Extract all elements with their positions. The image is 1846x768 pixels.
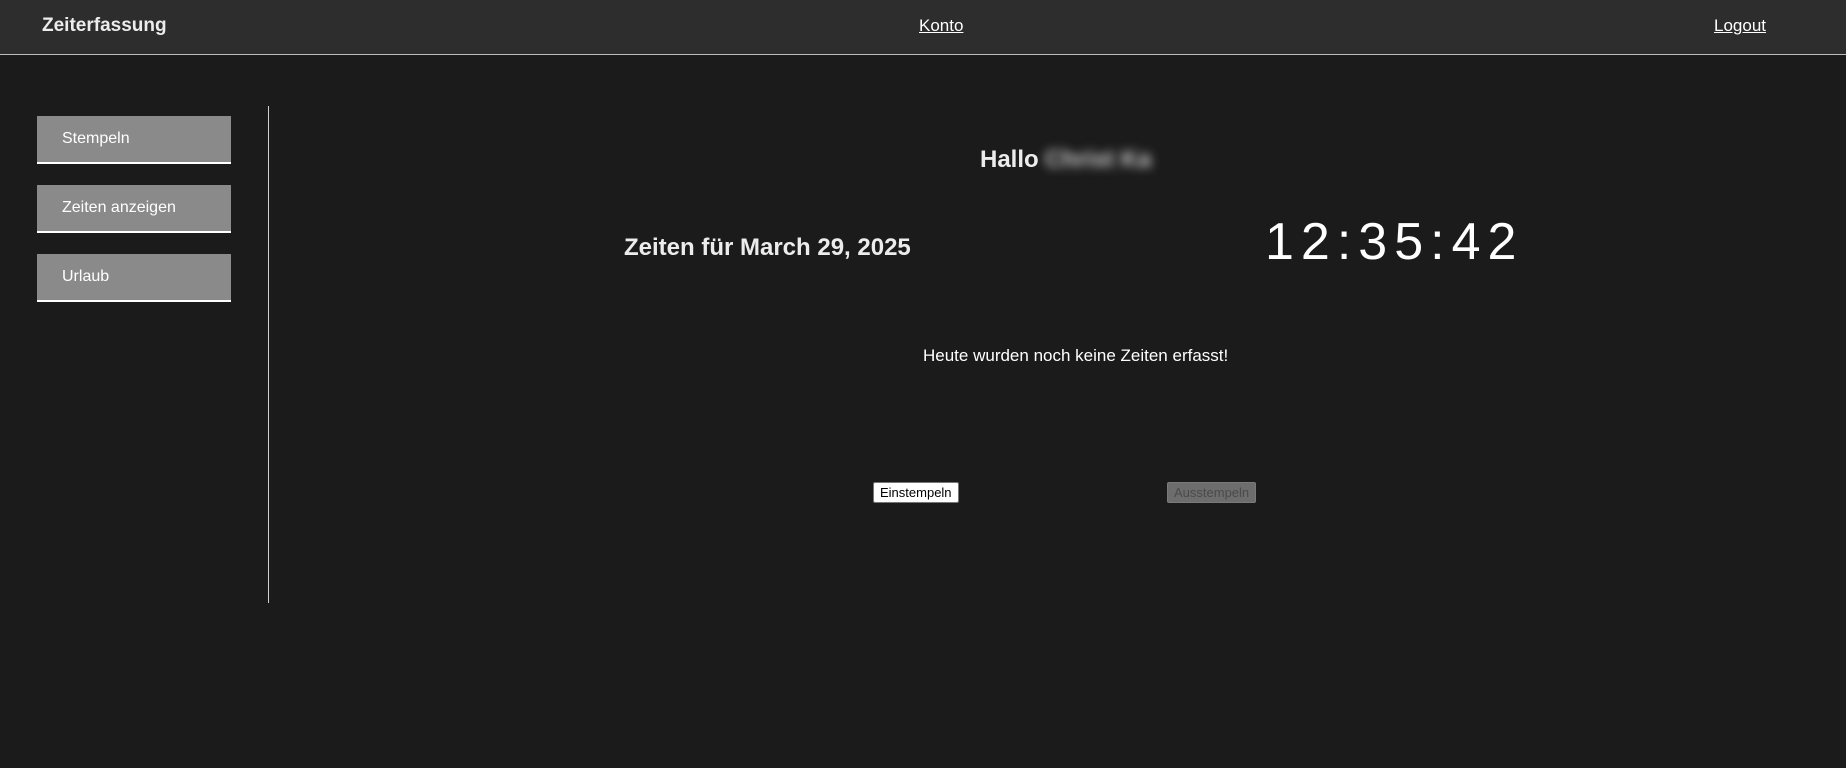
konto-link[interactable]: Konto: [919, 16, 963, 36]
sidebar-item-zeiten-anzeigen[interactable]: Zeiten anzeigen: [37, 185, 231, 233]
date-heading: Zeiten für March 29, 2025: [624, 234, 911, 261]
sidebar-item-stempeln[interactable]: Stempeln: [37, 116, 231, 164]
clock-in-button[interactable]: Einstempeln: [873, 482, 959, 503]
clock-out-button[interactable]: Ausstempeln: [1167, 482, 1257, 503]
sidebar-item-urlaub[interactable]: Urlaub: [37, 254, 231, 302]
top-navigation-bar: Zeiterfassung Konto Logout: [0, 0, 1846, 55]
sidebar: Stempeln Zeiten anzeigen Urlaub: [0, 55, 268, 603]
greeting: Hallo Christ Ka: [980, 146, 1151, 174]
app-title: Zeiterfassung: [42, 15, 167, 36]
sidebar-divider: [268, 106, 269, 603]
no-entries-message: Heute wurden noch keine Zeiten erfasst!: [923, 346, 1229, 365]
user-name: Christ Ka: [1044, 146, 1152, 173]
logout-link[interactable]: Logout: [1714, 16, 1766, 36]
digital-clock: 12:35:42: [1265, 213, 1524, 271]
greeting-prefix: Hallo: [980, 146, 1039, 173]
